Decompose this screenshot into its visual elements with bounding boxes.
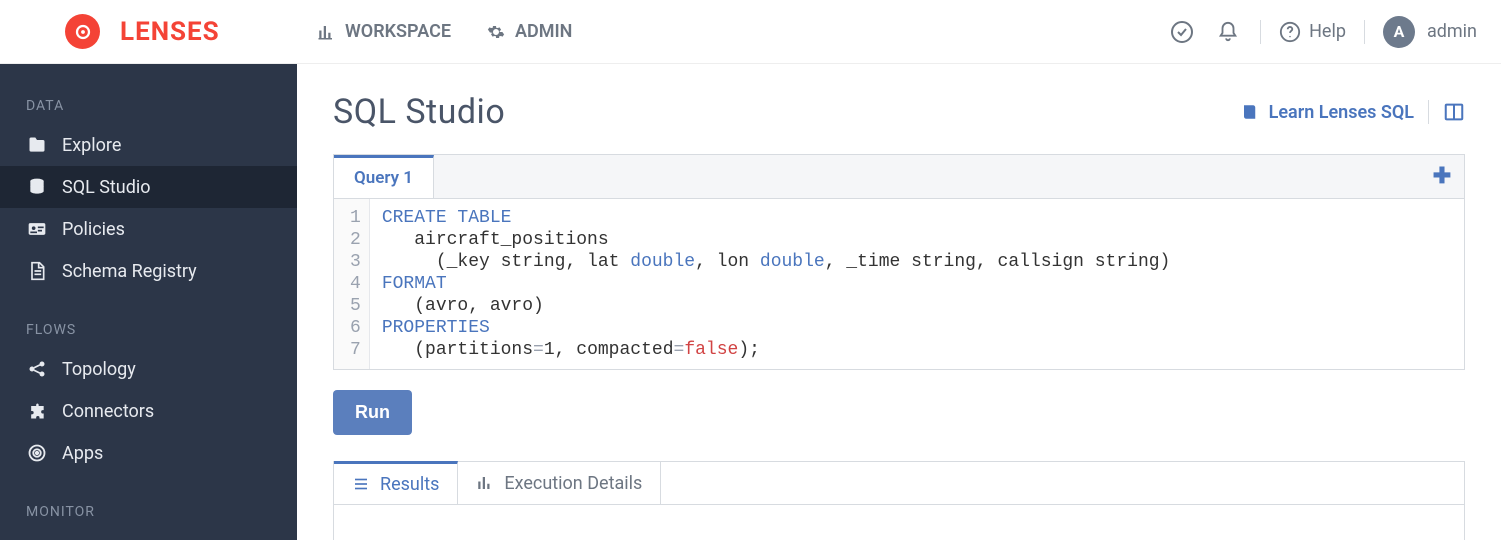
topbar-right: Help A admin <box>1168 16 1477 48</box>
sidebar-item-topology[interactable]: Topology <box>0 348 297 390</box>
sidebar-item-policies[interactable]: Policies <box>0 208 297 250</box>
share-nodes-icon <box>26 358 48 380</box>
page-header: SQL Studio Learn Lenses SQL <box>333 92 1465 132</box>
sidebar-item-label: Explore <box>62 135 121 156</box>
sidebar-item-label: Topology <box>62 359 136 380</box>
editor-gutter: 1234567 <box>334 199 370 369</box>
folder-icon <box>26 134 48 156</box>
add-query-tab-button[interactable]: ✚ <box>1420 155 1464 198</box>
bar-chart-icon <box>317 23 335 41</box>
user-menu[interactable]: A admin <box>1383 16 1477 48</box>
learn-link-label: Learn Lenses SQL <box>1269 102 1414 123</box>
help-link[interactable]: Help <box>1279 21 1346 43</box>
sidebar-section-monitor: MONITOR <box>0 492 297 530</box>
divider <box>1260 20 1261 44</box>
nav-admin[interactable]: ADMIN <box>487 21 572 42</box>
layout-toggle-icon[interactable] <box>1443 101 1465 123</box>
topbar: LENSES WORKSPACE ADMIN Help <box>0 0 1501 64</box>
divider <box>1428 100 1429 124</box>
bar-chart-icon <box>476 474 494 492</box>
sidebar-item-apps[interactable]: Apps <box>0 432 297 474</box>
query-tab-1[interactable]: Query 1 <box>334 155 434 198</box>
document-icon <box>26 260 48 282</box>
list-icon <box>352 475 370 493</box>
nav-workspace[interactable]: WORKSPACE <box>317 21 451 42</box>
nav-workspace-label: WORKSPACE <box>345 21 451 42</box>
sql-editor[interactable]: 1234567 CREATE TABLE aircraft_positions … <box>333 198 1465 370</box>
top-nav: WORKSPACE ADMIN <box>317 21 572 42</box>
book-icon <box>1241 103 1259 121</box>
database-icon <box>26 176 48 198</box>
gear-icon <box>487 23 505 41</box>
main-content: SQL Studio Learn Lenses SQL Query 1 <box>297 64 1501 540</box>
plus-icon: ✚ <box>1433 164 1451 189</box>
avatar: A <box>1383 16 1415 48</box>
help-label: Help <box>1309 21 1346 42</box>
results-tabs: Results Execution Details <box>333 461 1465 505</box>
sidebar: DATA Explore SQL Studio Policies Schema … <box>0 64 297 540</box>
results-body <box>333 505 1465 540</box>
sidebar-item-label: SQL Studio <box>62 177 151 198</box>
sidebar-item-label: Policies <box>62 219 125 240</box>
query-tabs: Query 1 ✚ <box>333 154 1465 198</box>
help-icon <box>1279 21 1301 43</box>
sidebar-item-explore[interactable]: Explore <box>0 124 297 166</box>
sidebar-item-label: Apps <box>62 443 103 464</box>
brand[interactable]: LENSES <box>0 14 297 49</box>
nav-admin-label: ADMIN <box>515 21 572 42</box>
results-tab-execution[interactable]: Execution Details <box>458 462 661 504</box>
sidebar-item-schema-registry[interactable]: Schema Registry <box>0 250 297 292</box>
target-icon <box>26 442 48 464</box>
sidebar-section-data: DATA <box>0 86 297 124</box>
editor-code[interactable]: CREATE TABLE aircraft_positions (_key st… <box>370 199 1183 369</box>
brand-logo-icon <box>65 14 100 49</box>
status-check-icon[interactable] <box>1168 18 1196 46</box>
run-button[interactable]: Run <box>333 390 412 435</box>
sidebar-section-flows: FLOWS <box>0 310 297 348</box>
bell-icon[interactable] <box>1214 18 1242 46</box>
results-tab-label: Results <box>380 474 439 495</box>
sidebar-item-label: Connectors <box>62 401 154 422</box>
sidebar-item-connectors[interactable]: Connectors <box>0 390 297 432</box>
id-card-icon <box>26 218 48 240</box>
results-tab-label: Execution Details <box>504 473 642 494</box>
page-title: SQL Studio <box>333 92 505 132</box>
sidebar-item-sql-studio[interactable]: SQL Studio <box>0 166 297 208</box>
query-tab-label: Query 1 <box>354 168 413 188</box>
user-name-label: admin <box>1427 21 1477 42</box>
divider <box>1364 20 1365 44</box>
brand-text: LENSES <box>120 17 220 47</box>
puzzle-icon <box>26 400 48 422</box>
results-tab-results[interactable]: Results <box>334 461 458 504</box>
sidebar-item-label: Schema Registry <box>62 261 197 282</box>
learn-sql-link[interactable]: Learn Lenses SQL <box>1241 102 1414 123</box>
